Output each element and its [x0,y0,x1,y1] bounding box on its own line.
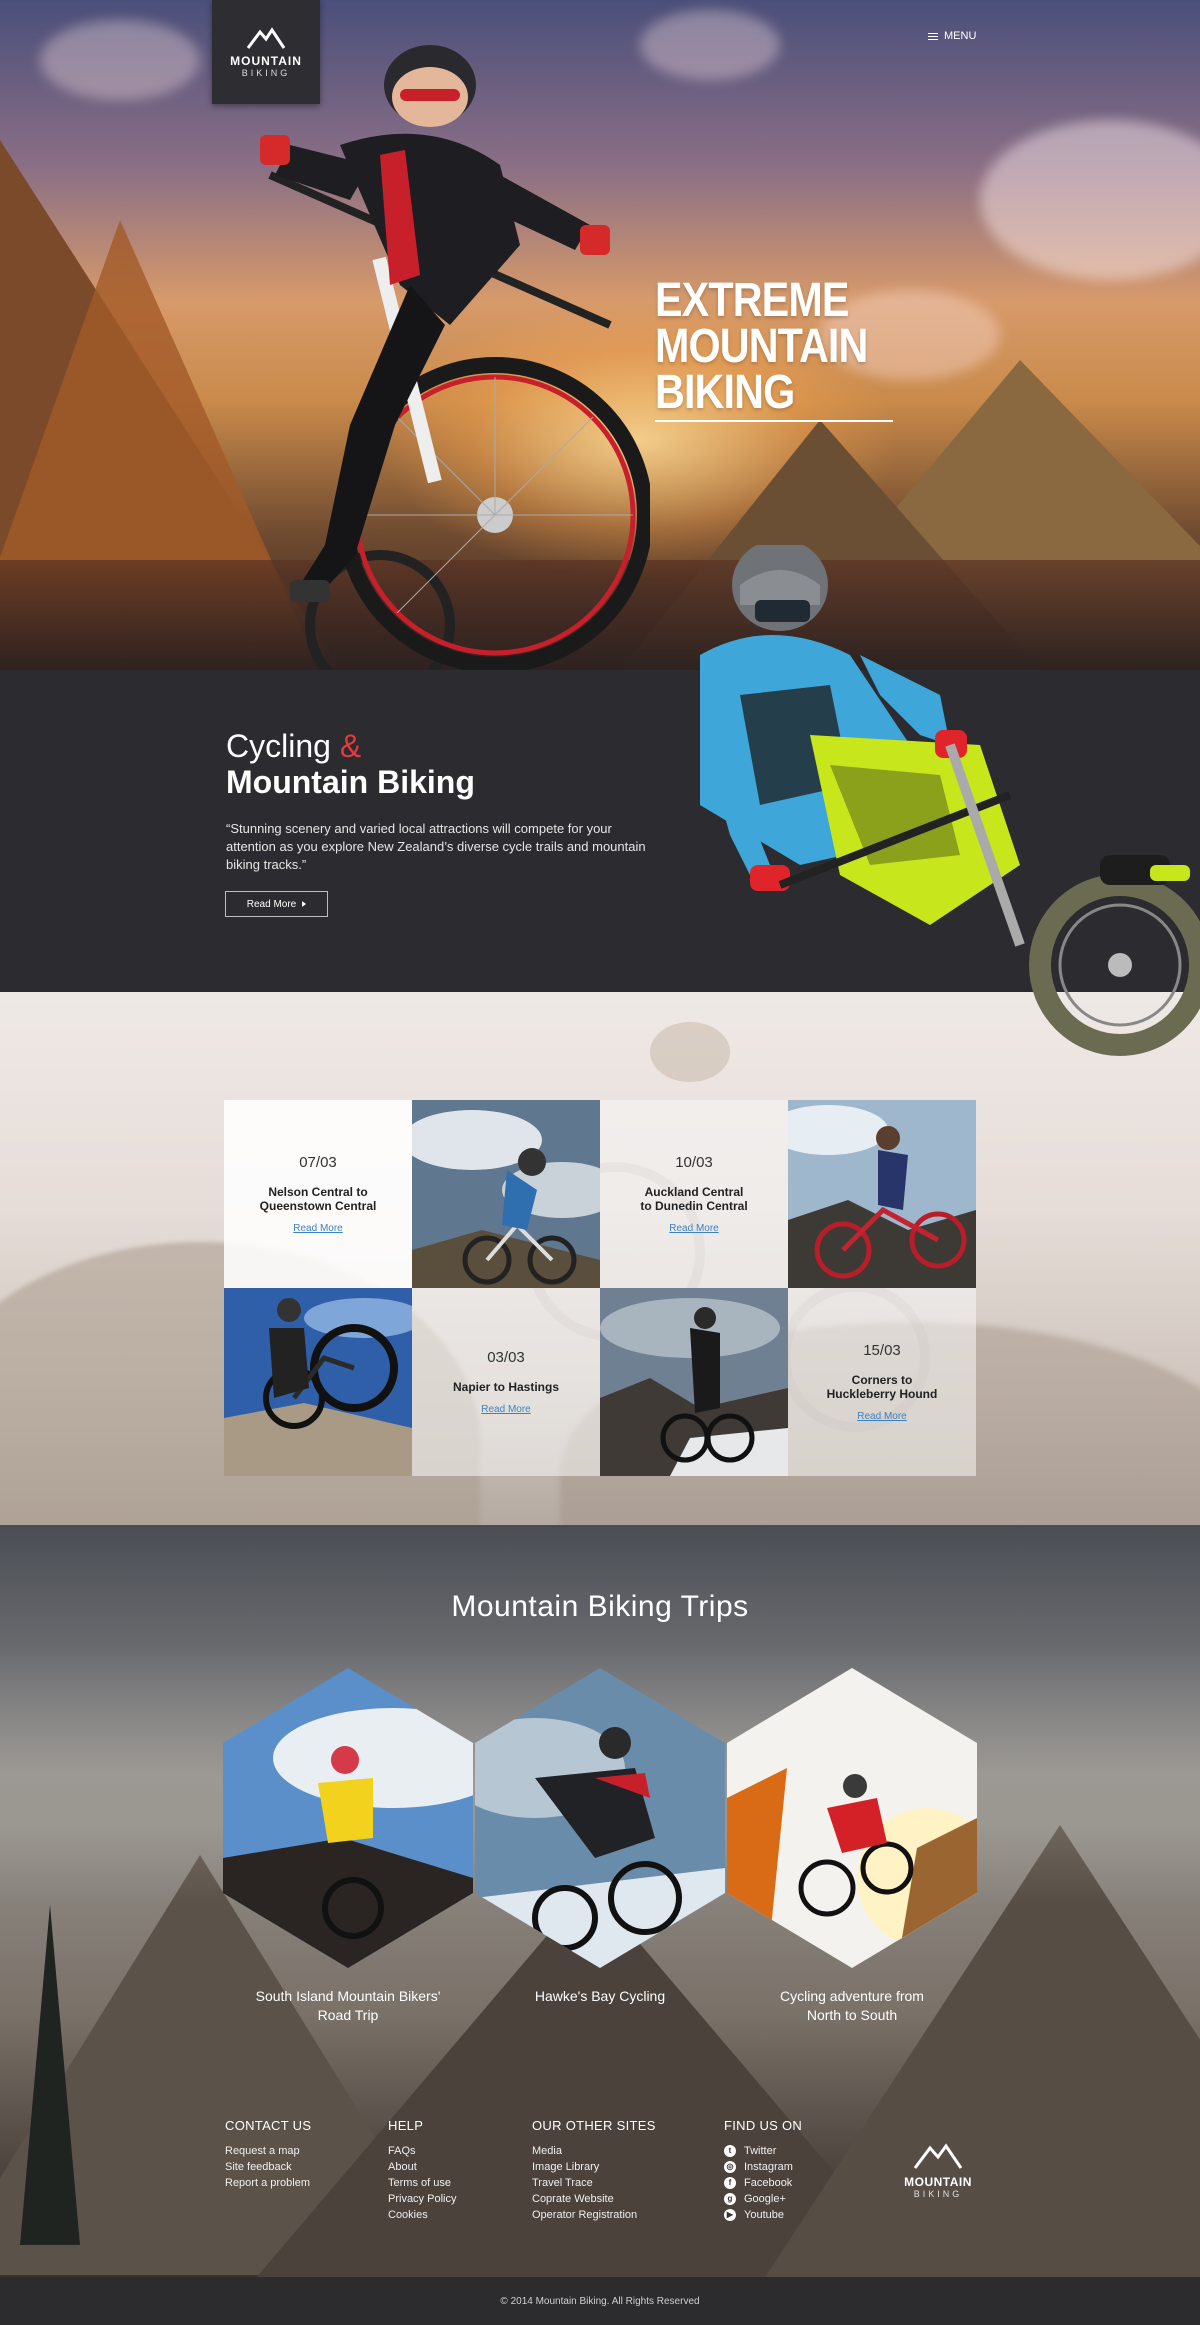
mountain-logo-icon [913,2143,963,2169]
facebook-icon: f [724,2177,736,2189]
footer-link[interactable]: FAQs [388,2143,456,2159]
menu-button[interactable]: MENU [928,30,976,42]
hamburger-icon [928,32,938,40]
footer-other-sites: OUR OTHER SITES Media Image Library Trav… [532,2118,656,2223]
event-read-more-link[interactable]: Read More [481,1404,530,1415]
event-title-line-1: Nelson Central to [268,1185,368,1199]
trip-label[interactable]: Hawke's Bay Cycling [475,1987,725,2006]
google-plus-icon: g [724,2193,736,2205]
social-link-youtube[interactable]: ▶ Youtube [724,2207,802,2223]
trips-title: Mountain Biking Trips [451,1590,749,1623]
event-title-line-2: Queenstown Central [259,1199,377,1213]
footer-logo-subtitle: BIKING [913,2189,963,2199]
social-label: Instagram [744,2161,793,2173]
event-title-line-1: Auckland Central [644,1185,744,1199]
site-logo[interactable]: MOUNTAIN BIKING [212,0,320,104]
footer-link[interactable]: Privacy Policy [388,2191,456,2207]
read-more-label: Read More [246,898,297,910]
event-card[interactable]: 15/03 Corners to Huckleberry Hound Read … [788,1288,976,1476]
events-grid: 07/03 Nelson Central to Queenstown Centr… [224,1100,976,1476]
footer-contact: CONTACT US Request a map Site feedback R… [225,2118,311,2191]
instagram-icon: ◎ [724,2161,736,2173]
logo-title: MOUNTAIN [230,54,302,68]
trip-label-line-2: North to South [806,2007,898,2023]
event-card[interactable]: 03/03 Napier to Hastings Read More [412,1288,600,1476]
intro-heading-word: Cycling [226,728,331,764]
footer-link[interactable]: Travel Trace [532,2175,656,2191]
event-title-line-2: Huckleberry Hound [826,1387,938,1401]
intro-quote: “Stunning scenery and varied local attra… [226,821,646,872]
intro-heading-line-2: Mountain Biking [226,764,475,800]
hero-rider-image [260,45,650,670]
event-photo [600,1288,788,1476]
twitter-icon: t [724,2145,736,2157]
footer-link[interactable]: Request a map [225,2143,311,2159]
event-card[interactable]: 07/03 Nelson Central to Queenstown Centr… [224,1100,412,1288]
copyright-text: © 2014 Mountain Biking. All Rights Reser… [500,2295,700,2307]
hero-title-line-2: MOUNTAIN [655,320,868,373]
hero-title-line-3: BIKING [655,366,795,419]
intro-read-more-button[interactable]: Read More [225,891,328,917]
copyright-bar: © 2014 Mountain Biking. All Rights Reser… [0,2277,1200,2325]
footer-logo-title: MOUNTAIN [904,2175,972,2189]
social-link-google-plus[interactable]: g Google+ [724,2191,802,2207]
intro-heading: Cycling & [226,728,361,764]
social-label: Youtube [744,2209,784,2221]
event-date: 10/03 [675,1154,713,1171]
arrow-right-icon [302,901,307,907]
footer-link[interactable]: Cookies [388,2207,456,2223]
trip-label[interactable]: Cycling adventure from North to South [727,1987,977,2025]
event-photo [412,1100,600,1288]
hero-title-line-1: EXTREME [655,274,849,327]
footer-heading: OUR OTHER SITES [532,2118,656,2133]
footer-heading: CONTACT US [225,2118,312,2133]
event-photo [224,1288,412,1476]
trip-label-line-1: South Island Mountain Bikers' [255,1988,441,2004]
youtube-icon: ▶ [724,2209,736,2221]
event-read-more-link[interactable]: Read More [669,1223,718,1234]
social-link-instagram[interactable]: ◎ Instagram [724,2159,802,2175]
menu-label: MENU [944,30,977,42]
footer-help: HELP FAQs About Terms of use Privacy Pol… [388,2118,456,2223]
footer-link[interactable]: Operator Registration [532,2207,656,2223]
event-card[interactable]: 10/03 Auckland Central to Dunedin Centra… [600,1100,788,1288]
footer-link[interactable]: Media [532,2143,656,2159]
intro-heading-ampersand: & [339,728,362,764]
event-date: 15/03 [863,1342,901,1359]
social-label: Google+ [744,2193,786,2205]
social-link-facebook[interactable]: f Facebook [724,2175,802,2191]
footer-link[interactable]: Coprate Website [532,2191,656,2207]
social-label: Facebook [744,2177,793,2189]
social-link-twitter[interactable]: t Twitter [724,2143,802,2159]
hero-title-underline [655,420,893,422]
footer-link[interactable]: Report a problem [225,2175,311,2191]
hero-title: EXTREME MOUNTAIN BIKING [655,274,902,419]
event-read-more-link[interactable]: Read More [857,1411,906,1422]
downhill-rider-image [700,545,1200,1056]
event-read-more-link[interactable]: Read More [293,1223,342,1234]
trip-label-line-1: Hawke's Bay Cycling [534,1988,666,2004]
event-title-line-1: Napier to Hastings [452,1380,560,1394]
footer-logo[interactable]: MOUNTAIN BIKING [896,2142,980,2199]
footer-heading: FIND US ON [724,2118,803,2133]
logo-subtitle: BIKING [241,68,291,78]
trip-label-line-2: Road Trip [317,2007,379,2023]
footer-link[interactable]: Image Library [532,2159,656,2175]
footer-heading: HELP [388,2118,424,2133]
mountain-logo-icon [246,27,286,49]
footer-link[interactable]: Site feedback [225,2159,311,2175]
trip-label[interactable]: South Island Mountain Bikers' Road Trip [223,1987,473,2025]
footer-social: FIND US ON t Twitter ◎ Instagram f Faceb… [724,2118,802,2223]
social-label: Twitter [744,2145,777,2157]
event-title-line-2: to Dunedin Central [640,1199,748,1213]
event-title-line-1: Corners to [851,1373,913,1387]
event-photo [788,1100,976,1288]
footer-link[interactable]: About [388,2159,456,2175]
footer-link[interactable]: Terms of use [388,2175,456,2191]
event-date: 07/03 [299,1154,337,1171]
event-date: 03/03 [487,1349,525,1366]
trip-label-line-1: Cycling adventure from [780,1988,924,2004]
